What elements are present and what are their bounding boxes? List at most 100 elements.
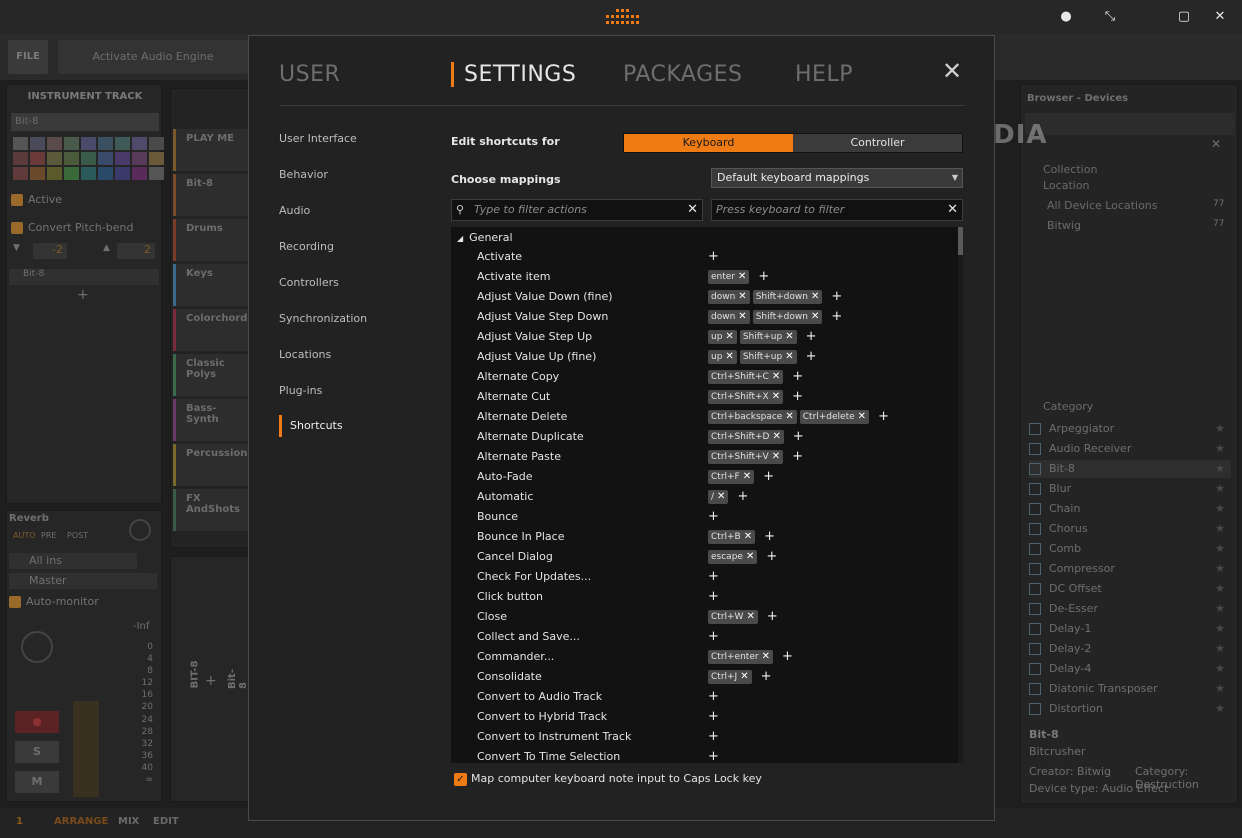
convert-pitchbend-checkbox[interactable]: Convert Pitch-bend — [11, 221, 133, 234]
key-binding-chip[interactable]: Ctrl+W ✕ — [708, 610, 758, 624]
color-swatch[interactable] — [81, 137, 96, 150]
remove-binding-icon[interactable]: ✕ — [772, 450, 780, 464]
arrange-view-button[interactable]: ARRANGE — [54, 816, 108, 827]
remove-binding-icon[interactable]: ✕ — [717, 490, 725, 504]
nav-item-audio[interactable]: Audio — [279, 204, 310, 217]
nav-item-user-interface[interactable]: User Interface — [279, 132, 357, 145]
activate-audio-engine-button[interactable]: Activate Audio Engine — [58, 40, 248, 74]
key-binding-chip[interactable]: Ctrl+delete ✕ — [799, 410, 870, 424]
add-binding-icon[interactable]: + — [792, 450, 803, 464]
shortcut-row[interactable]: Adjust Value Step Down down ✕ Shift+down ✕ + — [451, 307, 956, 327]
category-item[interactable]: Compressor ★ — [1029, 560, 1231, 578]
track-header[interactable]: Bit-8 — [173, 174, 249, 216]
pitchbend-up-value[interactable]: 2 — [117, 243, 155, 259]
add-binding-icon[interactable]: + — [763, 470, 774, 484]
add-device-icon[interactable]: + — [77, 287, 89, 303]
key-binding-chip[interactable]: down ✕ — [708, 290, 750, 304]
add-binding-icon[interactable]: + — [792, 370, 803, 384]
favorite-star-icon[interactable]: ★ — [1215, 700, 1225, 718]
key-binding-chip[interactable]: up ✕ — [708, 330, 737, 344]
category-item[interactable]: Delay-2 ★ — [1029, 640, 1231, 658]
remove-binding-icon[interactable]: ✕ — [772, 370, 780, 384]
shortcut-row[interactable]: Activate + — [451, 247, 956, 267]
tab-user[interactable]: USER — [279, 62, 340, 87]
color-swatch[interactable] — [64, 152, 79, 165]
category-item[interactable]: Delay-1 ★ — [1029, 620, 1231, 638]
key-binding-chip[interactable]: Ctrl+F ✕ — [708, 470, 755, 484]
color-swatch[interactable] — [115, 137, 130, 150]
color-swatch[interactable] — [64, 167, 79, 180]
add-binding-icon[interactable]: + — [878, 410, 889, 424]
favorite-star-icon[interactable]: ★ — [1215, 420, 1225, 438]
add-binding-icon[interactable]: + — [708, 630, 719, 644]
collection-header[interactable]: Collection — [1043, 163, 1097, 176]
key-binding-chip[interactable]: enter ✕ — [708, 270, 750, 284]
key-binding-chip[interactable]: down ✕ — [708, 310, 750, 324]
shortcut-row[interactable]: Alternate Cut Ctrl+Shift+X ✕ + — [451, 387, 956, 407]
nav-item-controllers[interactable]: Controllers — [279, 276, 339, 289]
key-binding-chip[interactable]: escape ✕ — [708, 550, 758, 564]
volume-knob[interactable] — [21, 631, 53, 663]
pitchbend-down-value[interactable]: -2 — [33, 243, 67, 259]
solo-button[interactable]: S — [15, 741, 59, 763]
device-slot[interactable]: Bit-8 — [9, 269, 159, 285]
remove-binding-icon[interactable]: ✕ — [762, 650, 770, 664]
browser-tab-icons[interactable] — [1025, 113, 1235, 135]
key-binding-chip[interactable]: Ctrl+J ✕ — [708, 670, 752, 684]
key-binding-chip[interactable]: Ctrl+Shift+X ✕ — [708, 390, 784, 404]
shortcut-row[interactable]: Bounce + — [451, 507, 956, 527]
shortcut-row[interactable]: Adjust Value Down (fine) down ✕ Shift+down ✕… — [451, 287, 956, 307]
add-binding-icon[interactable]: + — [764, 530, 775, 544]
color-swatch[interactable] — [98, 152, 113, 165]
favorite-star-icon[interactable]: ★ — [1215, 500, 1225, 518]
remove-binding-icon[interactable]: ✕ — [740, 670, 748, 684]
track-name-input[interactable]: Bit-8 — [11, 113, 159, 131]
remove-binding-icon[interactable]: ✕ — [746, 610, 754, 624]
post-button[interactable]: POST — [67, 531, 88, 540]
color-swatch[interactable] — [132, 137, 147, 150]
color-swatch[interactable] — [30, 152, 45, 165]
color-swatch[interactable] — [13, 137, 28, 150]
remove-binding-icon[interactable]: ✕ — [738, 270, 746, 284]
color-swatch[interactable] — [30, 137, 45, 150]
all-device-locations[interactable]: All Device Locations — [1047, 199, 1158, 212]
remove-binding-icon[interactable]: ✕ — [746, 550, 754, 564]
send-knob[interactable] — [129, 519, 151, 541]
shortcut-row[interactable]: Convert To Time Selection + — [451, 747, 956, 764]
tab-help[interactable]: HELP — [795, 62, 853, 87]
pitchbend-up-icon[interactable]: ▲ — [103, 243, 110, 253]
track-header[interactable]: Bass-Synth — [173, 399, 249, 441]
color-swatch[interactable] — [30, 167, 45, 180]
color-swatch[interactable] — [98, 137, 113, 150]
color-swatch[interactable] — [13, 152, 28, 165]
remove-binding-icon[interactable]: ✕ — [858, 410, 866, 424]
shortcut-row[interactable]: Alternate Duplicate Ctrl+Shift+D ✕ + — [451, 427, 956, 447]
add-binding-icon[interactable]: + — [708, 730, 719, 744]
add-binding-icon[interactable]: + — [831, 310, 842, 324]
nav-item-recording[interactable]: Recording — [279, 240, 334, 253]
key-binding-chip[interactable]: Shift+down ✕ — [752, 290, 823, 304]
remove-binding-icon[interactable]: ✕ — [738, 290, 746, 304]
shortcut-row[interactable]: Automatic / ✕ + — [451, 487, 956, 507]
color-swatch[interactable] — [132, 167, 147, 180]
key-binding-chip[interactable]: Shift+up ✕ — [739, 330, 797, 344]
remove-binding-icon[interactable]: ✕ — [785, 330, 793, 344]
key-binding-chip[interactable]: Ctrl+Shift+D ✕ — [708, 430, 784, 444]
remove-binding-icon[interactable]: ✕ — [738, 310, 746, 324]
category-item[interactable]: Bit-8 ★ — [1029, 460, 1231, 478]
favorite-star-icon[interactable]: ★ — [1215, 540, 1225, 558]
color-swatch[interactable] — [132, 152, 147, 165]
key-binding-chip[interactable]: Ctrl+enter ✕ — [708, 650, 773, 664]
pre-button[interactable]: PRE — [41, 531, 56, 540]
shortcut-row[interactable]: Click button + — [451, 587, 956, 607]
key-binding-chip[interactable]: Ctrl+Shift+C ✕ — [708, 370, 784, 384]
track-header[interactable]: FX AndShots — [173, 489, 249, 531]
remove-binding-icon[interactable]: ✕ — [811, 290, 819, 304]
color-swatch[interactable] — [47, 152, 62, 165]
category-item[interactable]: Arpeggiator ★ — [1029, 420, 1231, 438]
close-window-icon[interactable]: ✕ — [1211, 8, 1229, 26]
favorite-star-icon[interactable]: ★ — [1215, 520, 1225, 538]
key-binding-chip[interactable]: up ✕ — [708, 350, 737, 364]
tab-settings[interactable]: SETTINGS — [451, 62, 576, 87]
add-binding-icon[interactable]: + — [806, 330, 817, 344]
